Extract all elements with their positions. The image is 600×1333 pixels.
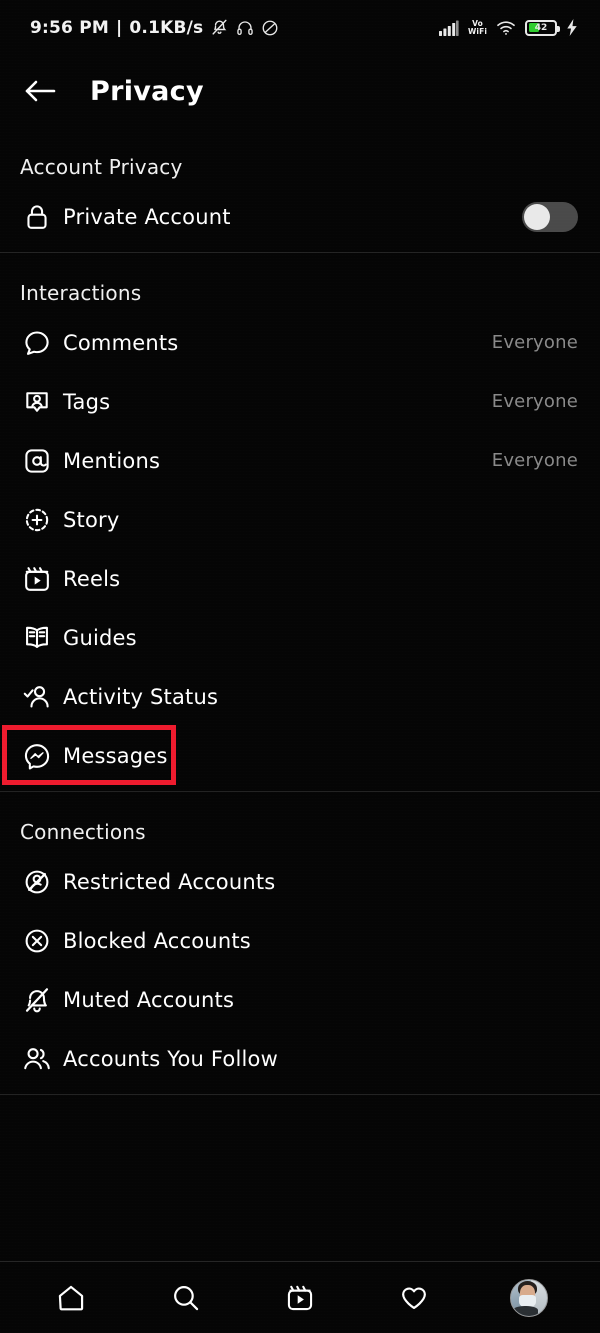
status-bar-right: Vo WiFi 42 xyxy=(439,19,578,36)
nav-profile[interactable] xyxy=(497,1266,561,1330)
row-tags[interactable]: Tags Everyone xyxy=(0,372,600,431)
row-label: Activity Status xyxy=(63,684,219,709)
activity-status-icon xyxy=(20,680,54,714)
row-label: Comments xyxy=(63,330,179,355)
row-label: Guides xyxy=(63,625,137,650)
row-guides[interactable]: Guides xyxy=(0,608,600,667)
settings-list: Account Privacy Private Account Interactio… xyxy=(0,127,600,1261)
row-label: Story xyxy=(63,507,120,532)
heart-icon xyxy=(399,1283,429,1313)
row-label: Accounts You Follow xyxy=(63,1046,278,1071)
section-interactions: Interactions Comments Everyone Tags Everyone… xyxy=(0,253,600,791)
charging-bolt-icon xyxy=(566,19,578,36)
row-value: Everyone xyxy=(491,332,578,353)
section-title: Account Privacy xyxy=(20,155,183,179)
nav-search[interactable] xyxy=(154,1266,218,1330)
status-time: 9:56 PM xyxy=(30,17,109,38)
network-speed: 0.1KB/s xyxy=(129,17,204,38)
restricted-icon xyxy=(20,865,54,899)
section-title: Connections xyxy=(20,820,146,844)
status-separator: | xyxy=(115,17,123,38)
section-account-privacy: Account Privacy Private Account xyxy=(0,127,600,252)
row-reels[interactable]: Reels xyxy=(0,549,600,608)
row-comments[interactable]: Comments Everyone xyxy=(0,313,600,372)
back-button[interactable] xyxy=(20,71,60,111)
status-bar: 9:56 PM | 0.1KB/s Vo WiFi 42 xyxy=(0,0,600,55)
comment-icon xyxy=(20,326,54,360)
messenger-icon xyxy=(20,739,54,773)
profile-avatar xyxy=(509,1278,548,1317)
row-muted-accounts[interactable]: Muted Accounts xyxy=(0,970,600,1029)
nav-activity[interactable] xyxy=(382,1266,446,1330)
page-header: Privacy xyxy=(0,55,600,127)
row-private-account[interactable]: Private Account xyxy=(0,187,600,246)
row-restricted-accounts[interactable]: Restricted Accounts xyxy=(0,852,600,911)
wifi-icon xyxy=(496,20,516,36)
search-icon xyxy=(171,1283,201,1313)
section-title: Interactions xyxy=(20,281,142,305)
section-divider xyxy=(0,1094,600,1095)
back-arrow-icon xyxy=(23,77,57,105)
muted-bell-icon xyxy=(20,983,54,1017)
row-label: Restricted Accounts xyxy=(63,869,276,894)
page-title: Privacy xyxy=(90,75,204,107)
story-plus-icon xyxy=(20,503,54,537)
row-label: Mentions xyxy=(63,448,161,473)
phone-screen: 9:56 PM | 0.1KB/s Vo WiFi 42 Privacy Acc… xyxy=(0,0,600,1333)
nav-reels[interactable] xyxy=(268,1266,332,1330)
row-blocked-accounts[interactable]: Blocked Accounts xyxy=(0,911,600,970)
tag-icon xyxy=(20,385,54,419)
reels-icon xyxy=(20,562,54,596)
bottom-navigation-bar xyxy=(0,1261,600,1333)
row-label: Reels xyxy=(63,566,121,591)
dnd-icon xyxy=(261,19,279,37)
battery-percent: 42 xyxy=(534,22,548,33)
row-story[interactable]: Story xyxy=(0,490,600,549)
row-label: Muted Accounts xyxy=(63,987,235,1012)
row-label: Tags xyxy=(63,389,111,414)
vowifi-line2: WiFi xyxy=(468,26,487,36)
row-mentions[interactable]: Mentions Everyone xyxy=(0,431,600,490)
row-label: Private Account xyxy=(63,204,231,229)
nav-home[interactable] xyxy=(39,1266,103,1330)
row-accounts-you-follow[interactable]: Accounts You Follow xyxy=(0,1029,600,1088)
private-account-toggle[interactable] xyxy=(522,201,578,232)
accounts-you-follow-icon xyxy=(20,1042,54,1076)
section-connections: Connections Restricted Accounts Blocked Ac… xyxy=(0,792,600,1094)
headphones-icon xyxy=(236,19,254,37)
guides-icon xyxy=(20,621,54,655)
row-label: Blocked Accounts xyxy=(63,928,251,953)
signal-bars-icon xyxy=(439,20,459,36)
battery-icon: 42 xyxy=(525,19,560,36)
row-label: Messages xyxy=(63,743,168,768)
mention-icon xyxy=(20,444,54,478)
blocked-icon xyxy=(20,924,54,958)
row-activity-status[interactable]: Activity Status xyxy=(0,667,600,726)
row-value: Everyone xyxy=(491,391,578,412)
vowifi-indicator: Vo WiFi xyxy=(468,19,487,36)
lock-icon xyxy=(20,200,54,234)
row-value: Everyone xyxy=(491,450,578,471)
status-bar-left: 9:56 PM | 0.1KB/s xyxy=(30,18,279,38)
home-icon xyxy=(56,1283,86,1313)
reels-icon xyxy=(285,1283,315,1313)
toggle-knob xyxy=(524,203,550,230)
row-messages[interactable]: Messages xyxy=(0,726,600,785)
mute-icon xyxy=(210,18,229,37)
